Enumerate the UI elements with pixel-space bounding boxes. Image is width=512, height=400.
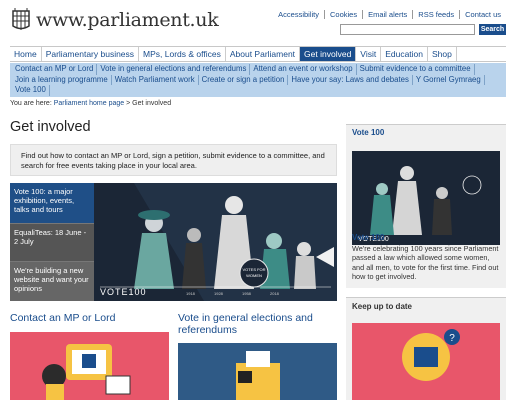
breadcrumb-separator: > bbox=[126, 100, 131, 107]
keep-up-to-date-illustration[interactable]: ? bbox=[352, 323, 500, 400]
breadcrumb: You are here: Parliament home page > Get… bbox=[10, 100, 171, 107]
util-link-contact-us[interactable]: Contact us bbox=[459, 10, 506, 19]
subnav-contact-mp[interactable]: Contact an MP or Lord bbox=[12, 64, 98, 75]
contact-mp-heading[interactable]: Contact an MP or Lord bbox=[10, 312, 115, 324]
subnav-have-your-say[interactable]: Have your say: Laws and debates bbox=[288, 74, 413, 86]
search-input[interactable] bbox=[340, 24, 475, 35]
page-title: Get involved bbox=[10, 119, 91, 135]
keep-up-to-date-panel: Keep up to date ? bbox=[346, 297, 506, 400]
sub-nav: Contact an MP or Lord Vote in general el… bbox=[10, 63, 506, 97]
vote-elections-illustration[interactable] bbox=[178, 343, 337, 400]
feature-carousel: Vote 100: a major exhibition, events, ta… bbox=[10, 183, 337, 301]
subnav-vote-100[interactable]: Vote 100 bbox=[12, 85, 50, 96]
subnav-learning-programme[interactable]: Join a learning programme bbox=[12, 74, 112, 86]
vote100-side-text: We're celebrating 100 years since Parlia… bbox=[352, 244, 499, 281]
breadcrumb-home[interactable]: Parliament home page bbox=[54, 100, 124, 107]
subnav-vote-elections[interactable]: Vote in general elections and referendum… bbox=[97, 64, 251, 75]
util-link-email-alerts[interactable]: Email alerts bbox=[362, 10, 412, 19]
util-link-cookies[interactable]: Cookies bbox=[323, 10, 362, 19]
carousel-tab-vote100[interactable]: Vote 100: a major exhibition, events, ta… bbox=[10, 183, 94, 223]
svg-text:1918: 1918 bbox=[186, 291, 196, 296]
parliament-logo[interactable]: www.parliament.uk bbox=[10, 8, 219, 32]
subnav-petition[interactable]: Create or sign a petition bbox=[199, 74, 289, 86]
vote100-side-link[interactable]: Vote 100 bbox=[352, 233, 384, 242]
subnav-submit-evidence[interactable]: Submit evidence to a committee bbox=[357, 64, 475, 75]
site-name: www.parliament.uk bbox=[36, 9, 219, 31]
portcullis-icon bbox=[12, 8, 30, 30]
site-header: www.parliament.uk Accessibility Cookies … bbox=[0, 0, 512, 44]
breadcrumb-prefix: You are here: bbox=[10, 100, 52, 107]
carousel-tab-equaliteas[interactable]: EqualiTeas: 18 June - 2 July bbox=[10, 223, 94, 261]
nav-shop[interactable]: Shop bbox=[428, 47, 457, 61]
intro-text: Find out how to contact an MP or Lord, s… bbox=[10, 144, 337, 176]
svg-text:?: ? bbox=[449, 333, 455, 344]
util-link-accessibility[interactable]: Accessibility bbox=[273, 10, 324, 19]
svg-text:VOTES FOR: VOTES FOR bbox=[242, 267, 265, 272]
svg-text:VOTE100: VOTE100 bbox=[100, 287, 147, 297]
subnav-attend-event[interactable]: Attend an event or workshop bbox=[250, 64, 357, 75]
nav-education[interactable]: Education bbox=[381, 47, 429, 61]
contact-mp-illustration[interactable] bbox=[10, 332, 169, 400]
svg-text:2018: 2018 bbox=[270, 291, 280, 296]
breadcrumb-current: Get involved bbox=[132, 100, 172, 107]
nav-get-involved[interactable]: Get involved bbox=[300, 47, 357, 61]
svg-text:WOMEN: WOMEN bbox=[246, 273, 262, 278]
main-nav: Home Parliamentary business MPs, Lords &… bbox=[10, 46, 506, 62]
subnav-watch-parliament[interactable]: Watch Parliament work bbox=[112, 74, 199, 86]
nav-mps-lords-offices[interactable]: MPs, Lords & offices bbox=[139, 47, 226, 61]
vote100-side-panel: Vote 100 VOTE100 Vote 100 We're celebrat… bbox=[346, 124, 506, 288]
nav-parliamentary-business[interactable]: Parliamentary business bbox=[42, 47, 140, 61]
vote100-banner-image[interactable]: VOTES FOR WOMEN VOTE100 1918 1928 1958 2… bbox=[94, 183, 337, 301]
search-button[interactable]: Search bbox=[479, 24, 506, 35]
carousel-tabs: Vote 100: a major exhibition, events, ta… bbox=[10, 183, 94, 301]
util-link-rss-feeds[interactable]: RSS feeds bbox=[412, 10, 459, 19]
vote-elections-heading[interactable]: Vote in general elections and referendum… bbox=[178, 312, 338, 336]
svg-text:1928: 1928 bbox=[214, 291, 224, 296]
svg-text:1958: 1958 bbox=[242, 291, 252, 296]
subnav-welsh-corner[interactable]: Y Gornel Gymraeg bbox=[413, 74, 485, 86]
nav-about-parliament[interactable]: About Parliament bbox=[226, 47, 301, 61]
carousel-tab-new-website[interactable]: We're building a new website and want yo… bbox=[10, 261, 94, 301]
nav-visit[interactable]: Visit bbox=[356, 47, 382, 61]
nav-home[interactable]: Home bbox=[10, 47, 42, 61]
utility-links: Accessibility Cookies Email alerts RSS f… bbox=[273, 10, 506, 19]
keep-up-to-date-title: Keep up to date bbox=[352, 302, 413, 311]
vote100-side-image[interactable]: VOTE100 bbox=[352, 151, 500, 245]
side-panel-title: Vote 100 bbox=[352, 128, 385, 137]
